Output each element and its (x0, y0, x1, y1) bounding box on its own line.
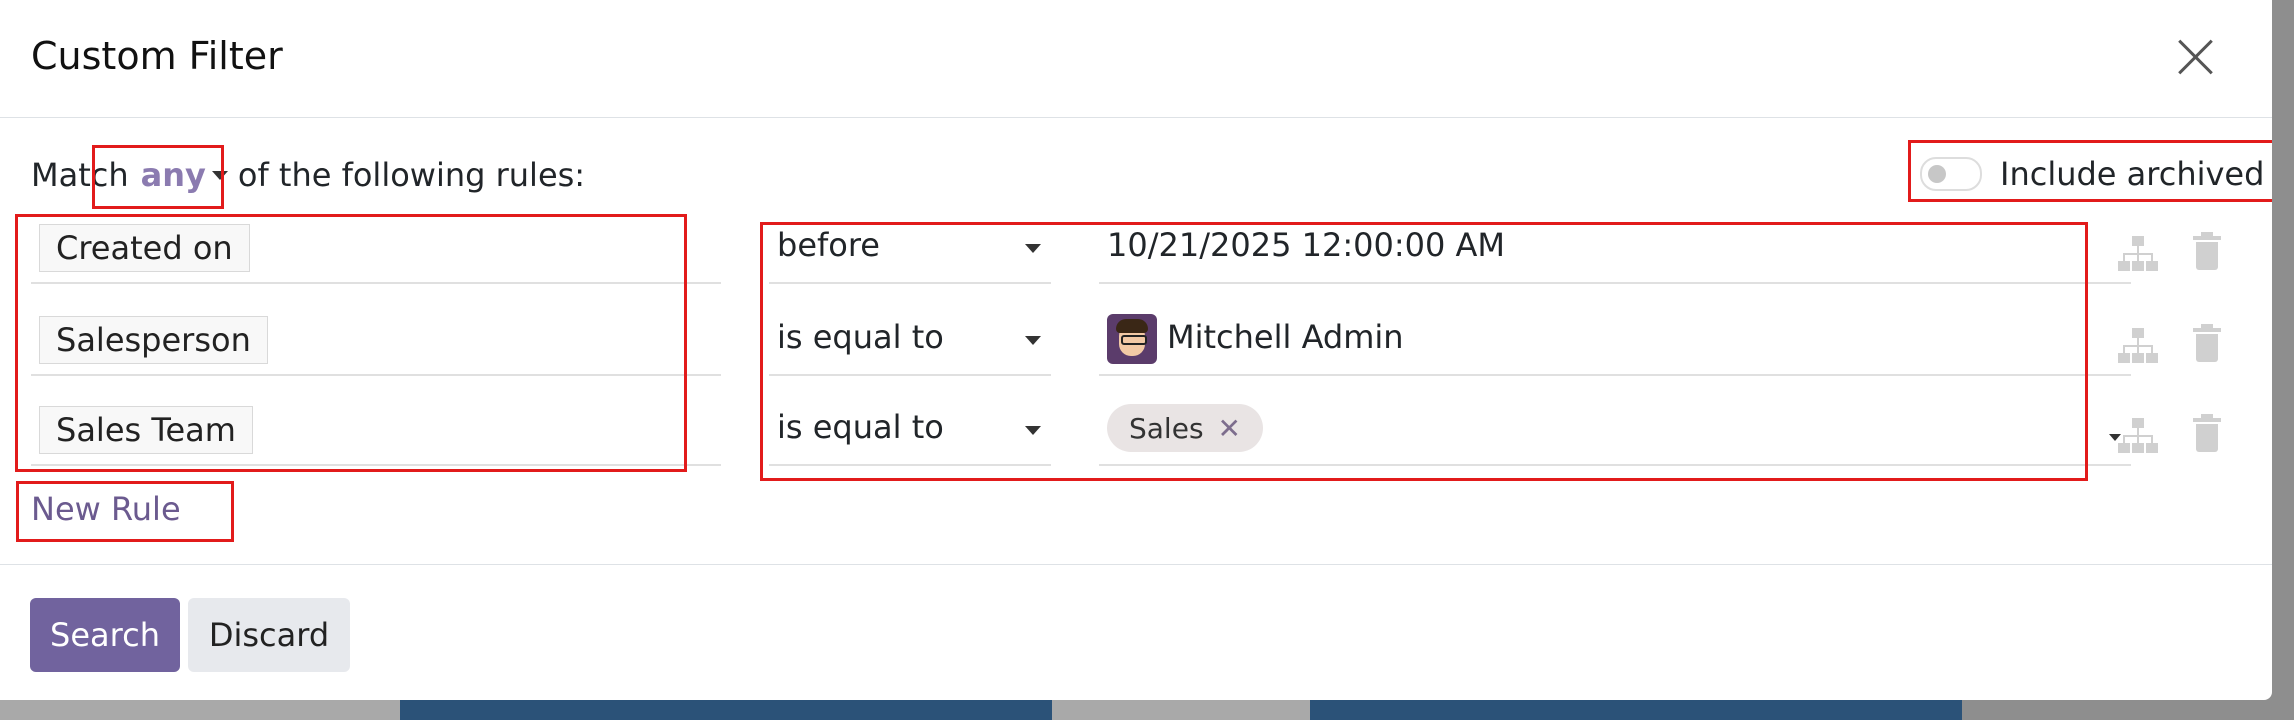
match-suffix: of the following rules: (237, 156, 586, 194)
trash-icon[interactable] (2187, 232, 2227, 274)
hierarchy-icon[interactable] (2118, 326, 2158, 366)
background-panel (400, 698, 1052, 720)
trash-icon[interactable] (2187, 324, 2227, 366)
include-archived-toggle[interactable]: Include archived (1920, 155, 2264, 193)
remove-tag-icon[interactable]: ✕ (1218, 412, 1241, 445)
rule-field-selector[interactable]: Sales Team (31, 394, 721, 466)
avatar (1107, 314, 1157, 364)
discard-button[interactable]: Discard (188, 598, 350, 672)
custom-filter-dialog: Custom Filter Match any of the following… (0, 0, 2272, 700)
toggle-switch[interactable] (1920, 157, 1982, 191)
chevron-down-icon[interactable] (211, 170, 228, 180)
value-tag-chip: Sales ✕ (1107, 404, 1263, 452)
rule-field-selector[interactable]: Created on (31, 212, 721, 284)
background-panel (1310, 698, 1962, 720)
value-tag-label: Sales (1129, 411, 1204, 445)
dialog-header: Custom Filter (0, 0, 2272, 118)
include-archived-label: Include archived (2000, 155, 2265, 193)
rule-field-selector[interactable]: Salesperson (31, 304, 721, 376)
hierarchy-icon[interactable] (2118, 234, 2158, 274)
rule-operator-select[interactable]: is equal to (769, 304, 1051, 376)
rule-operator-label: before (777, 226, 880, 264)
rule-operator-label: is equal to (777, 408, 944, 446)
hierarchy-icon[interactable] (2118, 416, 2158, 456)
rule-value-text: 10/21/2025 12:00:00 AM (1107, 226, 1505, 264)
background-panel (0, 698, 400, 720)
rule-value-input[interactable]: 10/21/2025 12:00:00 AM (1099, 212, 2131, 284)
close-icon[interactable] (2176, 38, 2214, 76)
match-prefix: Match (31, 156, 129, 194)
rule-row: Created on before 10/21/2025 12:00:00 AM (31, 212, 2231, 284)
rule-operator-label: is equal to (777, 318, 944, 356)
rule-field-tag[interactable]: Created on (39, 224, 250, 272)
rule-operator-select[interactable]: before (769, 212, 1051, 284)
rule-field-tag[interactable]: Salesperson (39, 316, 268, 364)
rule-field-tag[interactable]: Sales Team (39, 406, 253, 454)
new-rule-link[interactable]: New Rule (31, 490, 181, 528)
rule-operator-select[interactable]: is equal to (769, 394, 1051, 466)
rule-value-input[interactable]: Mitchell Admin (1099, 304, 2131, 376)
dialog-title: Custom Filter (31, 34, 283, 78)
search-button[interactable]: Search (30, 598, 180, 672)
dialog-footer: Search Discard (0, 564, 2272, 700)
rule-row: Sales Team is equal to Sales ✕ (31, 394, 2231, 466)
background-panel (1052, 698, 1310, 720)
match-selector[interactable]: any (141, 156, 206, 194)
match-line: Match any of the following rules: (31, 156, 585, 194)
rule-value-text: Mitchell Admin (1167, 318, 1404, 356)
chevron-down-icon (1025, 244, 1041, 253)
toggle-knob (1928, 165, 1946, 183)
trash-icon[interactable] (2187, 414, 2227, 456)
chevron-down-icon (1025, 426, 1041, 435)
rule-row: Salesperson is equal to Mitchell Admin (31, 304, 2231, 376)
chevron-down-icon (1025, 336, 1041, 345)
rule-value-input[interactable]: Sales ✕ (1099, 394, 2131, 466)
